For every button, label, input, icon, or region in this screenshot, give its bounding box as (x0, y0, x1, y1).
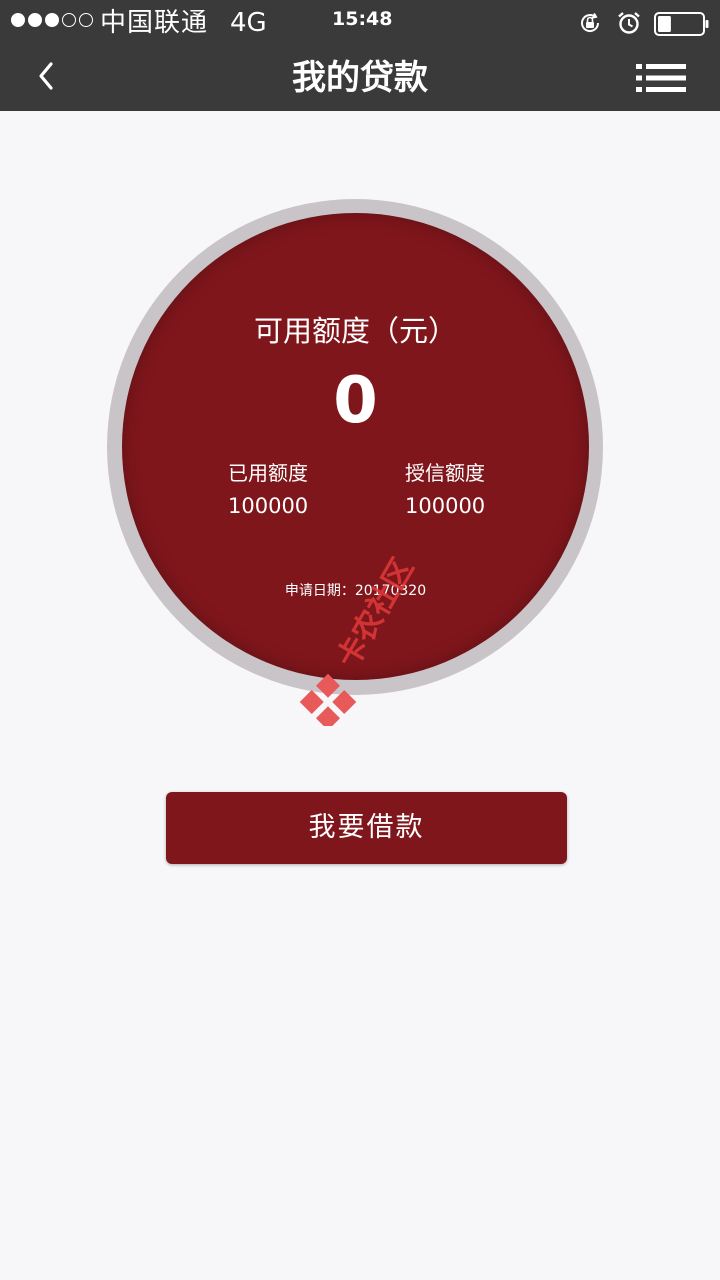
top-bar: 中国联通 4G 15:48 我的贷款 (0, 0, 720, 111)
alarm-icon (618, 12, 640, 34)
network-type: 4G (230, 8, 267, 38)
carrier-name: 中国联通 (100, 8, 209, 38)
battery-icon (654, 12, 709, 36)
borrow-button[interactable]: 我要借款 (166, 792, 567, 864)
back-button[interactable] (24, 54, 70, 100)
credit-circle: 可用额度（元） 0 已用额度 100000 授信额度 100000 申请日期：2… (122, 213, 589, 680)
credit-limit-label: 授信额度 (405, 461, 485, 485)
chevron-left-icon (39, 62, 53, 90)
available-credit-value: 0 (333, 364, 378, 438)
available-credit-label: 可用额度（元） (253, 314, 457, 348)
status-time: 15:48 (332, 8, 393, 30)
signal-dot (11, 13, 25, 27)
signal-strength-icon (11, 13, 93, 27)
signal-dot (79, 13, 93, 27)
status-bar: 中国联通 4G 15:48 (0, 0, 720, 46)
signal-dot (45, 13, 59, 27)
menu-button[interactable] (634, 60, 688, 96)
signal-dot (28, 13, 42, 27)
signal-dot (62, 13, 76, 27)
credit-limit-value: 100000 (405, 494, 486, 518)
page-title: 我的贷款 (292, 58, 428, 98)
rotation-lock-icon (581, 12, 600, 32)
list-menu-icon (636, 64, 686, 92)
apply-date: 申请日期：20170320 (284, 583, 427, 599)
navigation-bar: 我的贷款 (0, 46, 720, 111)
used-credit-value: 100000 (228, 494, 309, 518)
used-credit-label: 已用额度 (228, 461, 308, 485)
